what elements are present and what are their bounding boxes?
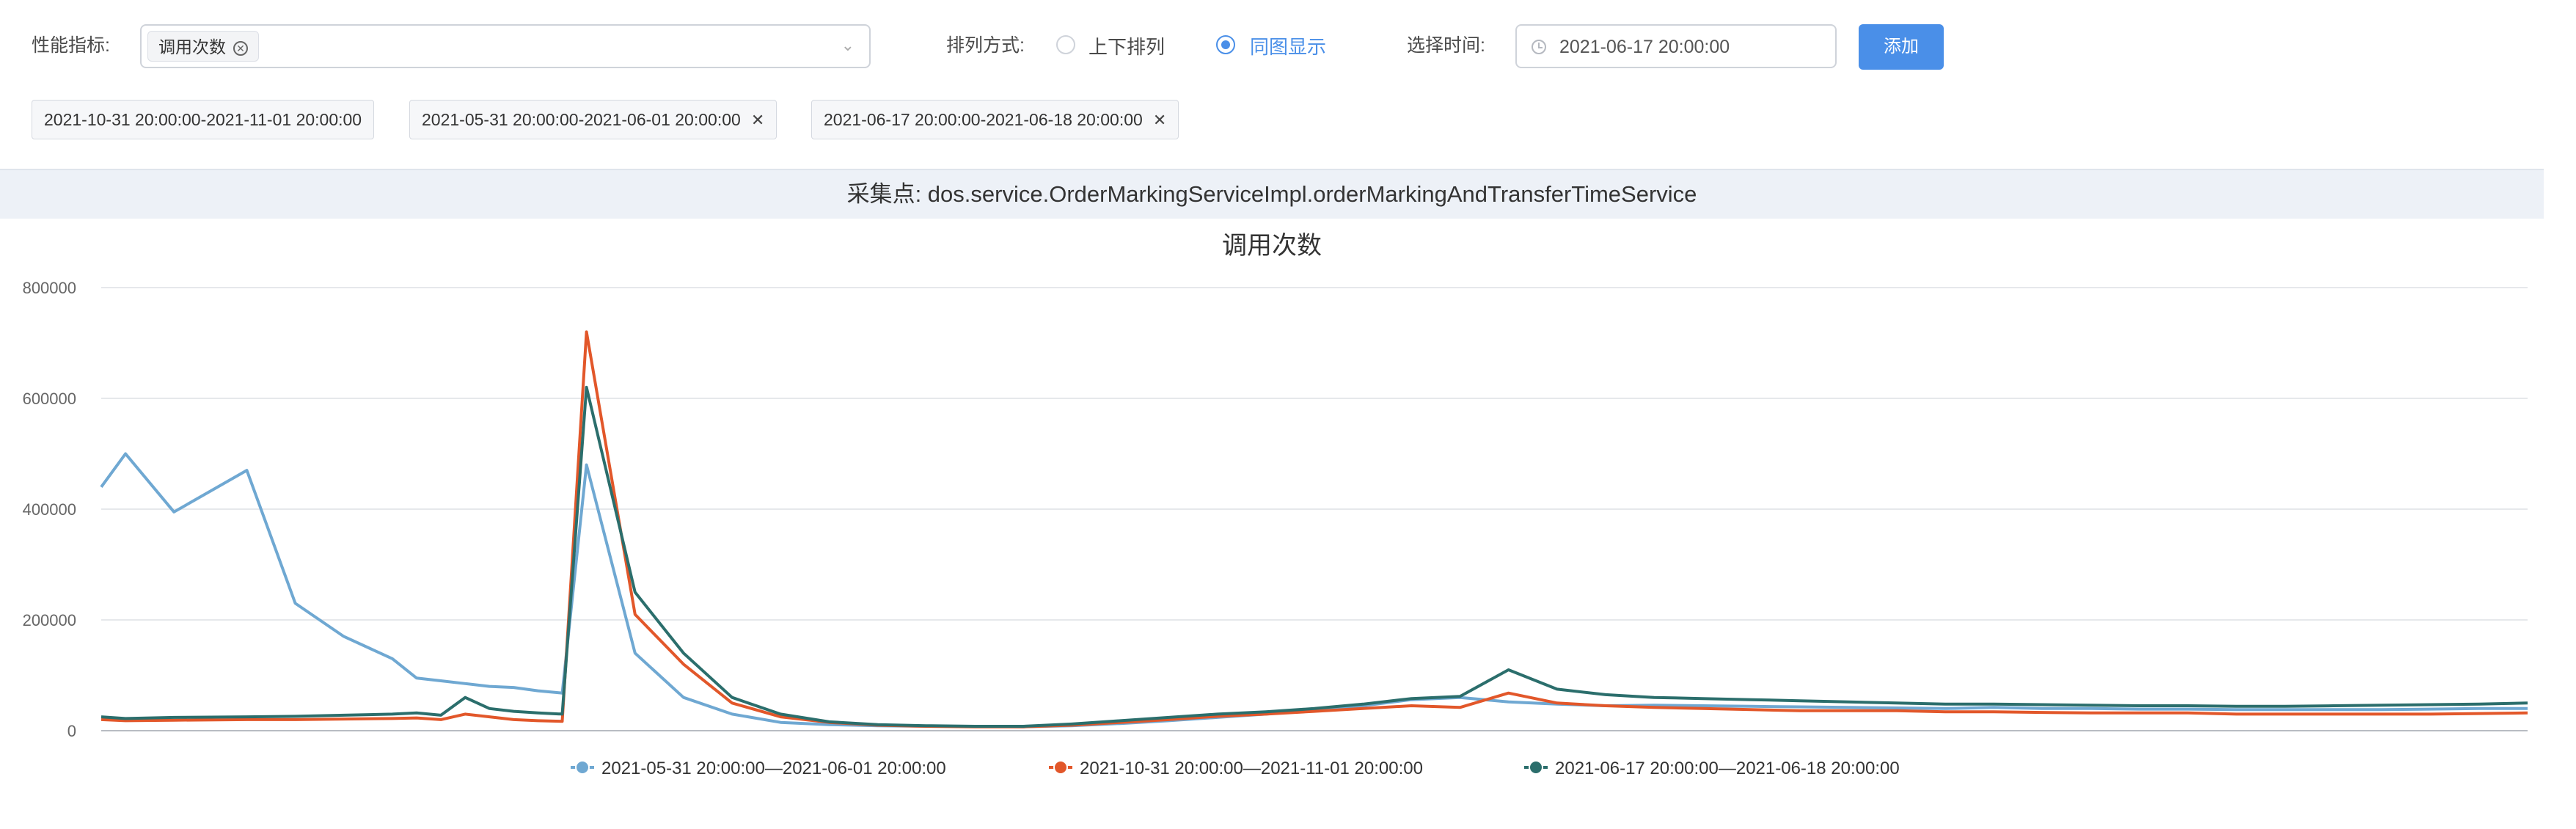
chart-series <box>100 330 2528 728</box>
range-tag-label: 2021-06-17 20:00:00-2021-06-18 20:00:00 <box>824 110 1143 129</box>
chart-title: 调用次数 <box>1222 232 1322 260</box>
range-tag[interactable]: 2021-06-17 20:00:00-2021-06-18 20:00:00 ✕ <box>811 100 1179 139</box>
y-tick-label: 800000 <box>23 279 76 297</box>
time-picker-input[interactable]: 2021-06-17 20:00:00 <box>1515 24 1837 68</box>
range-tag[interactable]: 2021-10-31 20:00:00-2021-11-01 20:00:00 <box>32 100 375 139</box>
radio-vertical-label[interactable]: 上下排列 <box>1088 32 1165 59</box>
sort-label: 排列方式: <box>946 35 1025 56</box>
time-value: 2021-06-17 20:00:00 <box>1559 37 1730 57</box>
chevron-down-icon[interactable]: ⌄ <box>841 36 855 55</box>
metric-tag: 调用次数 ✕ <box>147 31 259 62</box>
legend-label[interactable]: 2021-10-31 20:00:00—2021-11-01 20:00:00 <box>1080 759 1423 778</box>
clock-icon <box>1532 40 1546 54</box>
y-tick-label: 400000 <box>23 500 76 519</box>
radio-vertical[interactable] <box>1056 35 1075 54</box>
legend-label[interactable]: 2021-06-17 20:00:00—2021-06-18 20:00:00 <box>1555 759 1900 778</box>
legend-marker[interactable] <box>1529 760 1543 775</box>
close-icon[interactable]: ✕ <box>1153 101 1166 139</box>
close-icon[interactable]: ✕ <box>751 101 764 139</box>
legend-label[interactable]: 2021-05-31 20:00:00—2021-06-01 20:00:00 <box>601 759 946 778</box>
range-tag-label: 2021-05-31 20:00:00-2021-06-01 20:00:00 <box>422 110 741 129</box>
y-tick-label: 200000 <box>23 611 76 629</box>
filter-toolbar: 性能指标: 调用次数 ✕ ⌄ 排列方式: 上下排列 同图显示 选择时间: 2021… <box>0 0 2576 88</box>
y-tick-label: 600000 <box>23 390 76 408</box>
metric-select[interactable]: 调用次数 ✕ ⌄ <box>140 24 871 68</box>
remove-tag-icon[interactable]: ✕ <box>233 41 248 56</box>
series-line-3 <box>100 385 2528 728</box>
y-tick-label: 0 <box>67 722 76 740</box>
radio-same-chart[interactable] <box>1216 35 1235 54</box>
range-tag-label: 2021-10-31 20:00:00-2021-11-01 20:00:00 <box>44 110 362 129</box>
chart-legend: 2021-05-31 20:00:00—2021-06-01 20:00:00 2… <box>571 759 1900 778</box>
add-button[interactable]: 添加 <box>1859 24 1944 70</box>
line-chart: 调用次数 0 200000 400000 600000 800000 2021-05-3… <box>23 232 2528 778</box>
series-line-1 <box>100 452 2528 728</box>
legend-marker[interactable] <box>575 760 590 775</box>
metric-tag-label: 调用次数 <box>158 37 226 56</box>
time-label: 选择时间: <box>1407 35 1485 56</box>
chart-grid: 0 200000 400000 600000 800000 <box>23 279 2528 740</box>
metric-label: 性能指标: <box>32 35 110 56</box>
legend-marker[interactable] <box>1053 760 1068 775</box>
series-line-2 <box>100 330 2528 728</box>
range-tag[interactable]: 2021-05-31 20:00:00-2021-06-01 20:00:00 ✕ <box>409 100 777 139</box>
radio-same-chart-label[interactable]: 同图显示 <box>1250 32 1326 59</box>
collect-point-bar: 采集点: dos.service.OrderMarkingServiceImpl… <box>0 169 2544 219</box>
